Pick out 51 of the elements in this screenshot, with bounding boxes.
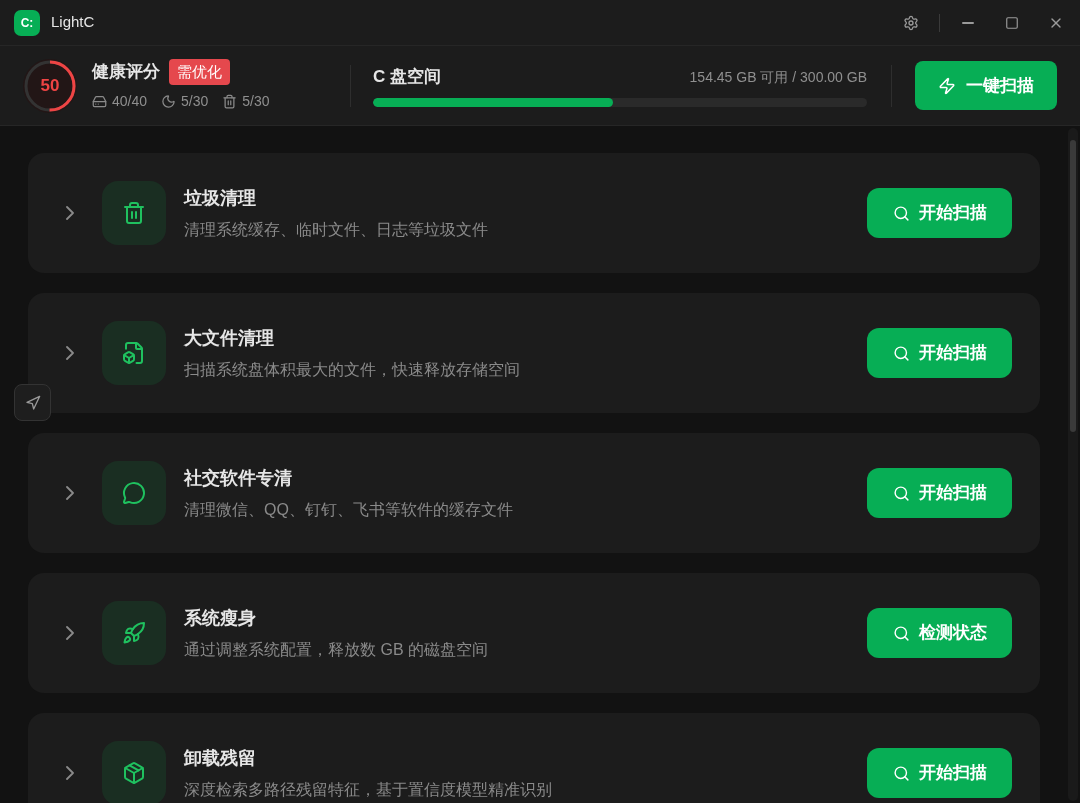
tool-description: 清理微信、QQ、钉钉、飞书等软件的缓存文件	[184, 499, 514, 520]
chevron-icon[interactable]	[66, 346, 74, 360]
chat-bubble-icon	[102, 461, 166, 525]
maximize-icon	[1005, 15, 1019, 30]
search-icon	[892, 204, 910, 222]
score-value: 50	[40, 77, 60, 94]
file-box-icon	[102, 321, 166, 385]
minimize-icon	[962, 21, 974, 24]
tool-title: 社交软件专清	[184, 466, 293, 490]
scan-button[interactable]: 开始扫描	[867, 328, 1012, 378]
search-icon	[892, 624, 910, 642]
tool-description: 清理系统缓存、临时文件、日志等垃圾文件	[184, 219, 489, 240]
rocket-icon	[102, 601, 166, 665]
window-title: LightC	[51, 12, 95, 33]
tool-description: 扫描系统盘体积最大的文件，快速释放存储空间	[184, 359, 521, 380]
disk-title: C 盘空间	[373, 66, 441, 89]
chevron-icon[interactable]	[66, 626, 74, 640]
disk-usage-text: 154.45 GB 可用 / 300.00 GB	[689, 67, 867, 87]
tool-title: 系统瘦身	[184, 606, 257, 630]
tool-title: 大文件清理	[184, 326, 275, 350]
settings-icon	[903, 14, 919, 31]
moon-icon	[161, 94, 177, 110]
trash-icon	[102, 181, 166, 245]
navigation-button[interactable]	[14, 384, 51, 421]
scan-button[interactable]: 开始扫描	[867, 748, 1012, 798]
scan-button[interactable]: 检测状态	[867, 608, 1012, 658]
tool-description: 通过调整系统配置，释放数 GB 的磁盘空间	[184, 639, 489, 660]
search-icon	[892, 484, 910, 502]
search-icon	[892, 764, 910, 782]
health-title: 健康评分	[92, 61, 160, 84]
chevron-icon[interactable]	[66, 766, 74, 780]
trash-icon	[222, 94, 238, 110]
scrollbar[interactable]	[1068, 128, 1078, 801]
scan-all-button[interactable]: 一键扫描	[915, 61, 1057, 110]
tool-description: 深度检索多路径残留特征，基于置信度模型精准识别	[184, 779, 553, 800]
chevron-icon[interactable]	[66, 486, 74, 500]
app-logo: C:	[14, 9, 40, 36]
lightning-icon	[938, 76, 956, 95]
scan-button[interactable]: 开始扫描	[867, 188, 1012, 238]
drive-icon	[92, 94, 107, 110]
stat-value: 5/30	[242, 92, 270, 112]
stat-value: 40/40	[112, 92, 148, 112]
chevron-icon[interactable]	[66, 206, 74, 220]
search-icon	[892, 344, 910, 362]
stat-value: 5/30	[181, 92, 209, 112]
tool-title: 垃圾清理	[184, 186, 257, 210]
tool-title: 卸载残留	[184, 746, 257, 770]
navigation-arrow-icon	[24, 394, 41, 411]
package-icon	[102, 741, 166, 803]
status-badge: 需优化	[169, 58, 230, 86]
scan-button[interactable]: 开始扫描	[867, 468, 1012, 518]
